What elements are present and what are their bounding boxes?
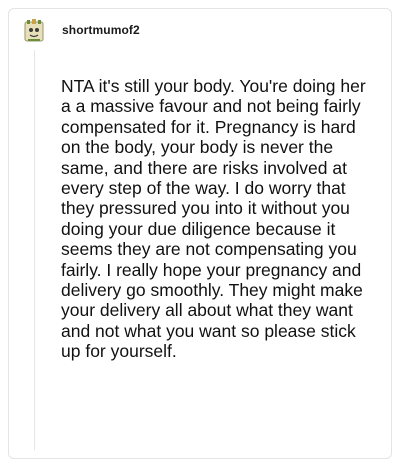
user-avatar-icon[interactable] — [23, 19, 45, 43]
thread-line[interactable] — [34, 50, 35, 450]
comment-username[interactable]: shortmumof2 — [62, 23, 140, 37]
comment-body: NTA it's still your body. You're doing h… — [61, 76, 366, 362]
